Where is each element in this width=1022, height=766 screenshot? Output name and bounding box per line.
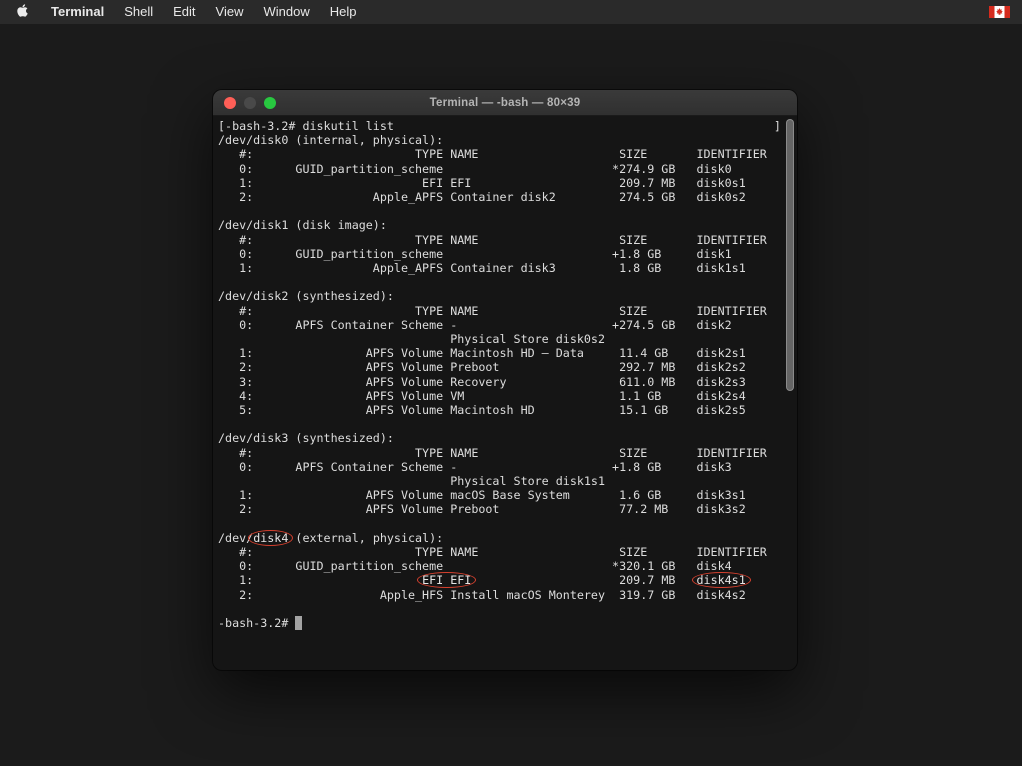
terminal-text: 2: APFS Volume Preboot 292.7 MB disk2s2 (218, 360, 746, 374)
menu-item-terminal[interactable]: Terminal (41, 0, 114, 24)
terminal-cursor (295, 616, 302, 630)
annotation-circle: EFI EFI (422, 573, 471, 587)
terminal-text: [-bash-3.2# diskutil list ] (218, 119, 781, 133)
terminal-line (218, 517, 797, 531)
terminal-line: 3: APFS Volume Recovery 611.0 MB disk2s3 (218, 375, 797, 389)
terminal-text: 2: Apple_HFS Install macOS Monterey 319.… (218, 588, 746, 602)
terminal-text: 0: APFS Container Scheme - +274.5 GB dis… (218, 318, 732, 332)
terminal-text: 5: APFS Volume Macintosh HD 15.1 GB disk… (218, 403, 746, 417)
terminal-line: #: TYPE NAME SIZE IDENTIFIER (218, 304, 797, 318)
canada-flag-icon[interactable] (989, 6, 1010, 18)
terminal-text: /dev/disk0 (internal, physical): (218, 133, 443, 147)
terminal-text: Physical Store disk0s2 (218, 332, 605, 346)
terminal-text: /dev/disk2 (synthesized): (218, 289, 394, 303)
terminal-line: /dev/disk4 (external, physical): (218, 531, 797, 545)
menu-item-edit[interactable]: Edit (163, 0, 205, 24)
terminal-line: 1: APFS Volume macOS Base System 1.6 GB … (218, 488, 797, 502)
window-title: Terminal — -bash — 80×39 (430, 97, 581, 109)
terminal-text: #: TYPE NAME SIZE IDENTIFIER (218, 545, 767, 559)
terminal-line (218, 602, 797, 616)
terminal-text: (external, physical): (288, 531, 443, 545)
annotation-circle: disk4s1 (697, 573, 746, 587)
menu-item-shell[interactable]: Shell (114, 0, 163, 24)
terminal-text: 2: Apple_APFS Container disk2 274.5 GB d… (218, 190, 746, 204)
apple-icon (16, 3, 29, 21)
terminal-text: 1: Apple_APFS Container disk3 1.8 GB dis… (218, 261, 746, 275)
title-bar[interactable]: Terminal — -bash — 80×39 (213, 90, 797, 116)
terminal-line: 0: APFS Container Scheme - +274.5 GB dis… (218, 318, 797, 332)
terminal-text: /dev/disk3 (synthesized): (218, 431, 394, 445)
terminal-line: -bash-3.2# (218, 616, 797, 630)
terminal-line (218, 417, 797, 431)
terminal-window: Terminal — -bash — 80×39 [-bash-3.2# dis… (213, 90, 797, 670)
terminal-text: #: TYPE NAME SIZE IDENTIFIER (218, 233, 767, 247)
terminal-text: 0: GUID_partition_scheme +1.8 GB disk1 (218, 247, 732, 261)
terminal-line: 2: Apple_HFS Install macOS Monterey 319.… (218, 588, 797, 602)
terminal-line: 1: EFI EFI 209.7 MB disk4s1 (218, 573, 797, 587)
terminal-line: 0: APFS Container Scheme - +1.8 GB disk3 (218, 460, 797, 474)
terminal-line: 0: GUID_partition_scheme *274.9 GB disk0 (218, 162, 797, 176)
terminal-text: 1: APFS Volume Macintosh HD — Data 11.4 … (218, 346, 746, 360)
terminal-line: /dev/disk0 (internal, physical): (218, 133, 797, 147)
menu-item-view[interactable]: View (206, 0, 254, 24)
terminal-line: 2: APFS Volume Preboot 292.7 MB disk2s2 (218, 360, 797, 374)
terminal-output[interactable]: [-bash-3.2# diskutil list ]/dev/disk0 (i… (213, 116, 797, 669)
terminal-text: /dev/ (218, 531, 253, 545)
menu-item-window[interactable]: Window (254, 0, 320, 24)
terminal-line: 2: Apple_APFS Container disk2 274.5 GB d… (218, 190, 797, 204)
terminal-line: #: TYPE NAME SIZE IDENTIFIER (218, 147, 797, 161)
terminal-text: 3: APFS Volume Recovery 611.0 MB disk2s3 (218, 375, 746, 389)
menu-bar: Terminal Shell Edit View Window Help (0, 0, 1022, 24)
terminal-line (218, 204, 797, 218)
terminal-text: 1: EFI EFI 209.7 MB disk0s1 (218, 176, 746, 190)
terminal-text: Physical Store disk1s1 (218, 474, 605, 488)
apple-menu[interactable] (0, 3, 41, 21)
terminal-line: 0: GUID_partition_scheme +1.8 GB disk1 (218, 247, 797, 261)
terminal-line (218, 275, 797, 289)
terminal-text: /dev/disk1 (disk image): (218, 218, 387, 232)
menu-item-help[interactable]: Help (320, 0, 367, 24)
terminal-text: 1: APFS Volume macOS Base System 1.6 GB … (218, 488, 746, 502)
minimize-button[interactable] (244, 97, 256, 109)
terminal-line: #: TYPE NAME SIZE IDENTIFIER (218, 545, 797, 559)
zoom-button[interactable] (264, 97, 276, 109)
terminal-line: /dev/disk2 (synthesized): (218, 289, 797, 303)
terminal-text: -bash-3.2# (218, 616, 295, 630)
terminal-text: 0: GUID_partition_scheme *320.1 GB disk4 (218, 559, 732, 573)
terminal-text: 0: GUID_partition_scheme *274.9 GB disk0 (218, 162, 732, 176)
terminal-line: Physical Store disk0s2 (218, 332, 797, 346)
terminal-line: 1: APFS Volume Macintosh HD — Data 11.4 … (218, 346, 797, 360)
terminal-text: 209.7 MB (471, 573, 696, 587)
terminal-text: #: TYPE NAME SIZE IDENTIFIER (218, 304, 767, 318)
annotation-circle: disk4 (253, 531, 288, 545)
terminal-lines: [-bash-3.2# diskutil list ]/dev/disk0 (i… (218, 119, 797, 630)
terminal-line: 1: EFI EFI 209.7 MB disk0s1 (218, 176, 797, 190)
terminal-text: #: TYPE NAME SIZE IDENTIFIER (218, 147, 767, 161)
close-button[interactable] (224, 97, 236, 109)
terminal-line: Physical Store disk1s1 (218, 474, 797, 488)
terminal-line: #: TYPE NAME SIZE IDENTIFIER (218, 446, 797, 460)
terminal-line: /dev/disk3 (synthesized): (218, 431, 797, 445)
scrollbar-thumb[interactable] (786, 119, 794, 391)
terminal-text: 1: (218, 573, 422, 587)
terminal-line: 0: GUID_partition_scheme *320.1 GB disk4 (218, 559, 797, 573)
terminal-line: /dev/disk1 (disk image): (218, 218, 797, 232)
terminal-line: 5: APFS Volume Macintosh HD 15.1 GB disk… (218, 403, 797, 417)
terminal-line: [-bash-3.2# diskutil list ] (218, 119, 797, 133)
terminal-line: 2: APFS Volume Preboot 77.2 MB disk3s2 (218, 502, 797, 516)
terminal-text: 4: APFS Volume VM 1.1 GB disk2s4 (218, 389, 746, 403)
terminal-text: 2: APFS Volume Preboot 77.2 MB disk3s2 (218, 502, 746, 516)
terminal-line: 1: Apple_APFS Container disk3 1.8 GB dis… (218, 261, 797, 275)
terminal-line: #: TYPE NAME SIZE IDENTIFIER (218, 233, 797, 247)
terminal-text: #: TYPE NAME SIZE IDENTIFIER (218, 446, 767, 460)
terminal-text: 0: APFS Container Scheme - +1.8 GB disk3 (218, 460, 732, 474)
terminal-line: 4: APFS Volume VM 1.1 GB disk2s4 (218, 389, 797, 403)
